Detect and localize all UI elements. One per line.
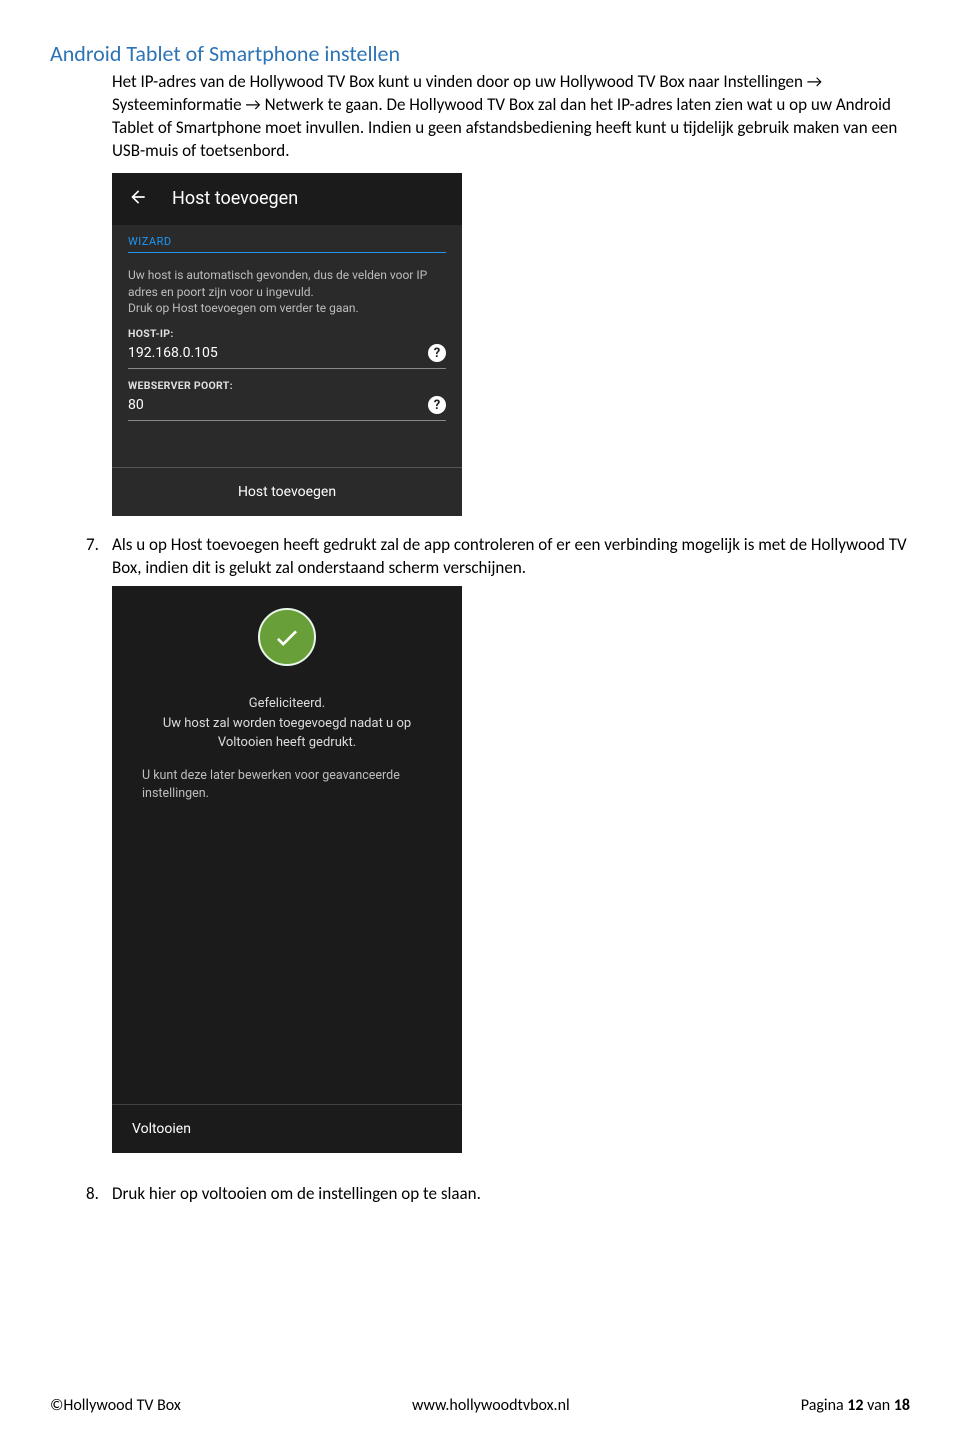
wizard-label: WIZARD [128,235,446,248]
footer-copyright: ©Hollywood TV Box [50,1396,181,1415]
footer-url: www.hollywoodtvbox.nl [412,1396,570,1415]
footer-pagination: Pagina 12 van 18 [801,1396,910,1415]
back-arrow-icon [128,187,148,211]
success-check-icon [258,608,316,666]
step-8: 8. Druk hier op voltooien om de instelli… [86,1183,910,1206]
intro-paragraph: Het IP-adres van de Hollywood TV Box kun… [112,71,910,163]
host-ip-value: 192.168.0.105 [128,345,420,361]
section-heading: Android Tablet of Smartphone instellen [50,40,910,67]
question-mark-icon: ? [428,396,446,414]
step-text: Als u op Host toevoegen heeft gedrukt za… [112,534,910,580]
voltooien-screenshot: Gefeliciteerd. Uw host zal worden toegev… [112,586,462,1153]
webserver-port-label: WEBSERVER POORT: [128,379,446,392]
question-mark-icon: ? [428,344,446,362]
host-toevoegen-button: Host toevoegen [112,468,462,516]
screenshot-titlebar: Host toevoegen [112,173,462,225]
wizard-help-text: Uw host is automatisch gevonden, dus de … [128,267,446,317]
step-7: 7. Als u op Host toevoegen heeft gedrukt… [86,534,910,580]
host-toevoegen-screenshot: Host toevoegen WIZARD Uw host is automat… [112,173,462,516]
step-text: Druk hier op voltooien om de instellinge… [112,1183,481,1206]
page-footer: ©Hollywood TV Box www.hollywoodtvbox.nl … [50,1396,910,1415]
screenshot-title: Host toevoegen [172,188,298,209]
voltooien-button: Voltooien [112,1104,462,1153]
step-number: 7. [86,534,112,580]
host-ip-label: HOST-IP: [128,327,446,340]
step-number: 8. [86,1183,112,1206]
edit-later-text: U kunt deze later bewerken voor geavance… [112,753,462,805]
congrats-text: Gefeliciteerd. Uw host zal worden toegev… [112,694,462,753]
webserver-port-value: 80 [128,397,420,413]
